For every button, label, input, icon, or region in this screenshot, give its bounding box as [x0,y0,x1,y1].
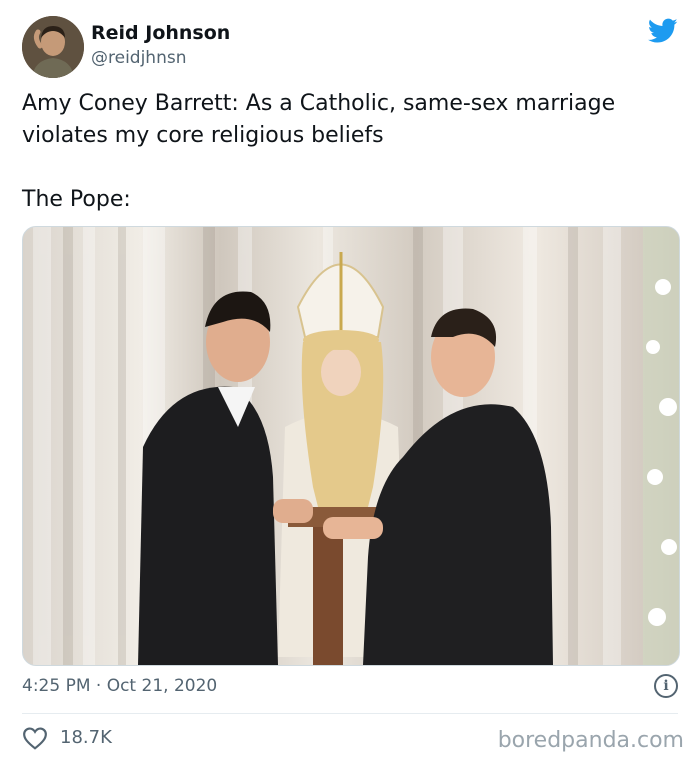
tweet-text-line: violates my core religious beliefs [22,123,384,148]
heart-icon[interactable] [22,726,48,750]
tweet-card: Reid Johnson @reidjhnsn Amy Coney Barret… [0,0,700,766]
like-count[interactable]: 18.7K [60,727,112,748]
divider [22,713,678,714]
tweet-text-line: Amy Coney Barrett: As a Catholic, same-s… [22,91,616,116]
avatar[interactable] [22,16,84,78]
info-icon[interactable]: i [654,674,678,698]
watermark: boredpanda.com [497,728,684,753]
tweet-text: Amy Coney Barrett: As a Catholic, same-s… [22,88,682,216]
twitter-bird-icon[interactable] [648,18,678,44]
tweet-text-line: The Pope: [22,187,131,212]
tweet-timestamp[interactable]: 4:25 PM · Oct 21, 2020 [22,676,217,696]
author-handle[interactable]: @reidjhnsn [91,48,187,68]
tweet-photo[interactable] [22,226,680,666]
author-name[interactable]: Reid Johnson [91,22,230,44]
